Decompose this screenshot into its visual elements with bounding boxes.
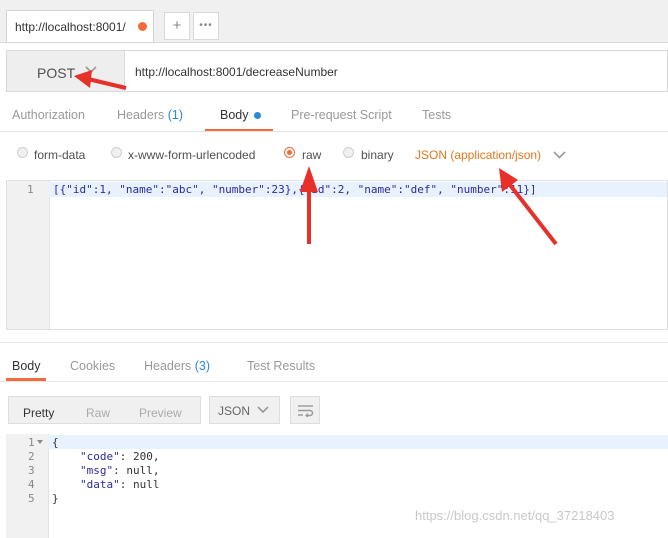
format-chevron-down-icon: [257, 406, 269, 414]
line-number: 2: [28, 450, 35, 463]
chevron-down-icon: [85, 66, 97, 74]
radio-x-www-form-urlencoded-label: x-www-form-urlencoded: [128, 148, 256, 162]
code-line: }: [52, 492, 59, 505]
new-tab-button[interactable]: +: [164, 12, 190, 40]
radio-binary[interactable]: [343, 147, 354, 158]
tab-options-button[interactable]: •••: [193, 12, 219, 40]
tab-body[interactable]: Body: [220, 108, 249, 122]
content-type-dropdown[interactable]: JSON (application/json): [415, 148, 541, 162]
line-number: 4: [28, 478, 35, 491]
wrap-lines-button[interactable]: [290, 396, 320, 424]
tab-pre-request-script[interactable]: Pre-request Script: [291, 108, 392, 122]
radio-form-data[interactable]: [17, 147, 28, 158]
tab-headers-count: (1): [167, 108, 184, 122]
url-input[interactable]: http://localhost:8001/decreaseNumber: [135, 65, 338, 79]
subtab-divider: [0, 131, 668, 132]
json-key: "data": [80, 478, 120, 491]
code-line: "code": 200,: [80, 450, 160, 463]
url-bar: POST http://localhost:8001/decreaseNumbe…: [6, 50, 668, 92]
request-body-editor[interactable]: 1 [{"id":1, "name":"abc", "number":23},{…: [6, 180, 668, 330]
json-value: : 200,: [119, 450, 160, 463]
watermark: https://blog.csdn.net/qq_37218403: [415, 508, 615, 523]
raw-button[interactable]: Raw: [86, 406, 110, 420]
pretty-button[interactable]: Pretty: [23, 406, 54, 420]
code-line: {: [52, 436, 59, 449]
code-line: "msg": null,: [80, 464, 159, 477]
method-label: POST: [37, 65, 76, 81]
editor-gutter: [7, 181, 50, 329]
line-number: 1: [28, 436, 35, 449]
radio-raw[interactable]: [284, 147, 295, 158]
tab-authorization[interactable]: Authorization: [12, 108, 85, 122]
response-tab-divider: [0, 381, 668, 382]
radio-binary-label: binary: [361, 148, 394, 162]
radio-raw-label: raw: [302, 148, 322, 162]
request-tab-label: http://localhost:8001/: [15, 20, 126, 34]
fold-arrow-icon[interactable]: [37, 440, 43, 445]
tab-headers-label: Headers: [117, 108, 165, 122]
line-number: 5: [28, 492, 35, 505]
response-tab-headers-label: Headers: [144, 359, 192, 373]
content-type-chevron-down-icon: [553, 151, 566, 159]
method-dropdown[interactable]: POST: [7, 51, 125, 91]
code-line: "data": null: [80, 478, 160, 491]
json-value: : null,: [113, 464, 160, 477]
response-tab-cookies[interactable]: Cookies: [70, 359, 115, 373]
response-format-label: JSON: [218, 404, 251, 418]
body-modified-dot-icon: [254, 112, 261, 119]
radio-x-www-form-urlencoded[interactable]: [111, 147, 122, 158]
tab-headers[interactable]: Headers (1): [117, 108, 183, 122]
unsaved-dot-icon: [138, 22, 147, 31]
preview-button[interactable]: Preview: [139, 406, 182, 420]
response-active-line: [48, 435, 668, 449]
json-key: "code": [80, 450, 120, 463]
response-tab-headers[interactable]: Headers (3): [144, 359, 210, 373]
line-number: 3: [28, 464, 35, 477]
response-tab-body[interactable]: Body: [12, 359, 41, 373]
tab-tests[interactable]: Tests: [422, 108, 451, 122]
radio-form-data-label: form-data: [34, 148, 86, 162]
response-divider: [0, 342, 668, 343]
json-value: : null: [119, 478, 160, 491]
request-body-code[interactable]: [{"id":1, "name":"abc", "number":23},{"i…: [53, 183, 536, 196]
json-key: "msg": [80, 464, 114, 477]
wrap-lines-icon: [298, 405, 314, 417]
response-tab-headers-count: (3): [194, 359, 211, 373]
request-tab[interactable]: http://localhost:8001/: [6, 10, 154, 42]
response-tab-test-results[interactable]: Test Results: [247, 359, 315, 373]
line-number: 1: [27, 183, 34, 196]
